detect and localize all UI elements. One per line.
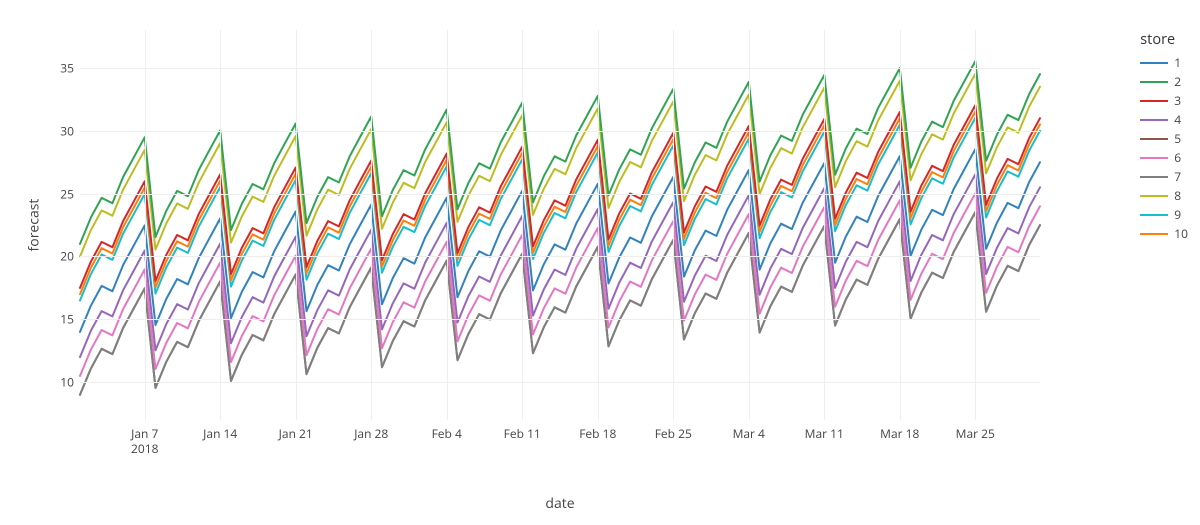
x-gridline [296, 30, 297, 420]
x-tick-label: Mar 18 [880, 420, 919, 441]
legend-item-store-7[interactable]: 7 [1140, 167, 1188, 186]
y-tick-label: 20 [60, 248, 80, 265]
x-axis-title: date [545, 494, 574, 513]
legend-label: 10 [1174, 225, 1188, 242]
x-tick-label: Jan 7 2018 [131, 420, 158, 456]
x-gridline [145, 30, 146, 420]
x-gridline [371, 30, 372, 420]
y-gridline [80, 194, 1040, 195]
legend-item-store-8[interactable]: 8 [1140, 186, 1188, 205]
legend: store 1 2 3 4 5 6 7 8 9 10 [1140, 30, 1188, 243]
y-tick-label: 35 [60, 59, 80, 76]
x-tick-label: Mar 11 [805, 420, 844, 441]
legend-swatch [1140, 100, 1168, 102]
x-gridline [447, 30, 448, 420]
x-gridline [522, 30, 523, 420]
legend-label: 7 [1174, 168, 1181, 185]
legend-item-store-10[interactable]: 10 [1140, 224, 1188, 243]
legend-swatch [1140, 157, 1168, 159]
x-tick-label: Jan 14 [203, 420, 237, 441]
legend-label: 4 [1174, 111, 1181, 128]
y-gridline [80, 131, 1040, 132]
legend-label: 5 [1174, 130, 1181, 147]
x-gridline [900, 30, 901, 420]
x-gridline [673, 30, 674, 420]
legend-swatch [1140, 214, 1168, 216]
legend-title: store [1140, 30, 1188, 49]
y-tick-label: 30 [60, 122, 80, 139]
y-gridline [80, 256, 1040, 257]
legend-swatch [1140, 176, 1168, 178]
legend-item-store-4[interactable]: 4 [1140, 110, 1188, 129]
x-gridline [975, 30, 976, 420]
legend-label: 1 [1174, 54, 1181, 71]
x-gridline [598, 30, 599, 420]
legend-item-store-1[interactable]: 1 [1140, 53, 1188, 72]
y-gridline [80, 319, 1040, 320]
legend-label: 9 [1174, 206, 1181, 223]
x-tick-label: Feb 25 [655, 420, 692, 441]
legend-item-store-9[interactable]: 9 [1140, 205, 1188, 224]
legend-swatch [1140, 233, 1168, 235]
line-layer [80, 30, 1040, 420]
legend-swatch [1140, 62, 1168, 64]
x-tick-label: Jan 28 [354, 420, 388, 441]
y-gridline [80, 382, 1040, 383]
legend-swatch [1140, 195, 1168, 197]
y-tick-label: 15 [60, 311, 80, 328]
x-tick-label: Feb 4 [432, 420, 462, 441]
legend-item-store-2[interactable]: 2 [1140, 72, 1188, 91]
y-gridline [80, 68, 1040, 69]
legend-label: 3 [1174, 92, 1181, 109]
plot-area[interactable]: 101520253035Jan 7 2018Jan 14Jan 21Jan 28… [80, 30, 1040, 420]
y-tick-label: 25 [60, 185, 80, 202]
x-gridline [749, 30, 750, 420]
legend-item-store-6[interactable]: 6 [1140, 148, 1188, 167]
x-gridline [824, 30, 825, 420]
legend-label: 6 [1174, 149, 1181, 166]
chart-container: forecast date 101520253035Jan 7 2018Jan … [0, 0, 1200, 525]
x-gridline [220, 30, 221, 420]
x-tick-label: Mar 4 [733, 420, 765, 441]
legend-label: 8 [1174, 187, 1181, 204]
x-tick-label: Feb 18 [579, 420, 616, 441]
legend-swatch [1140, 119, 1168, 121]
y-axis-title: forecast [25, 199, 44, 252]
y-tick-label: 10 [60, 374, 80, 391]
x-tick-label: Jan 21 [279, 420, 313, 441]
legend-swatch [1140, 138, 1168, 140]
legend-label: 2 [1174, 73, 1181, 90]
legend-item-store-5[interactable]: 5 [1140, 129, 1188, 148]
x-tick-label: Mar 25 [956, 420, 995, 441]
legend-swatch [1140, 81, 1168, 83]
x-tick-label: Feb 11 [504, 420, 541, 441]
legend-item-store-3[interactable]: 3 [1140, 91, 1188, 110]
